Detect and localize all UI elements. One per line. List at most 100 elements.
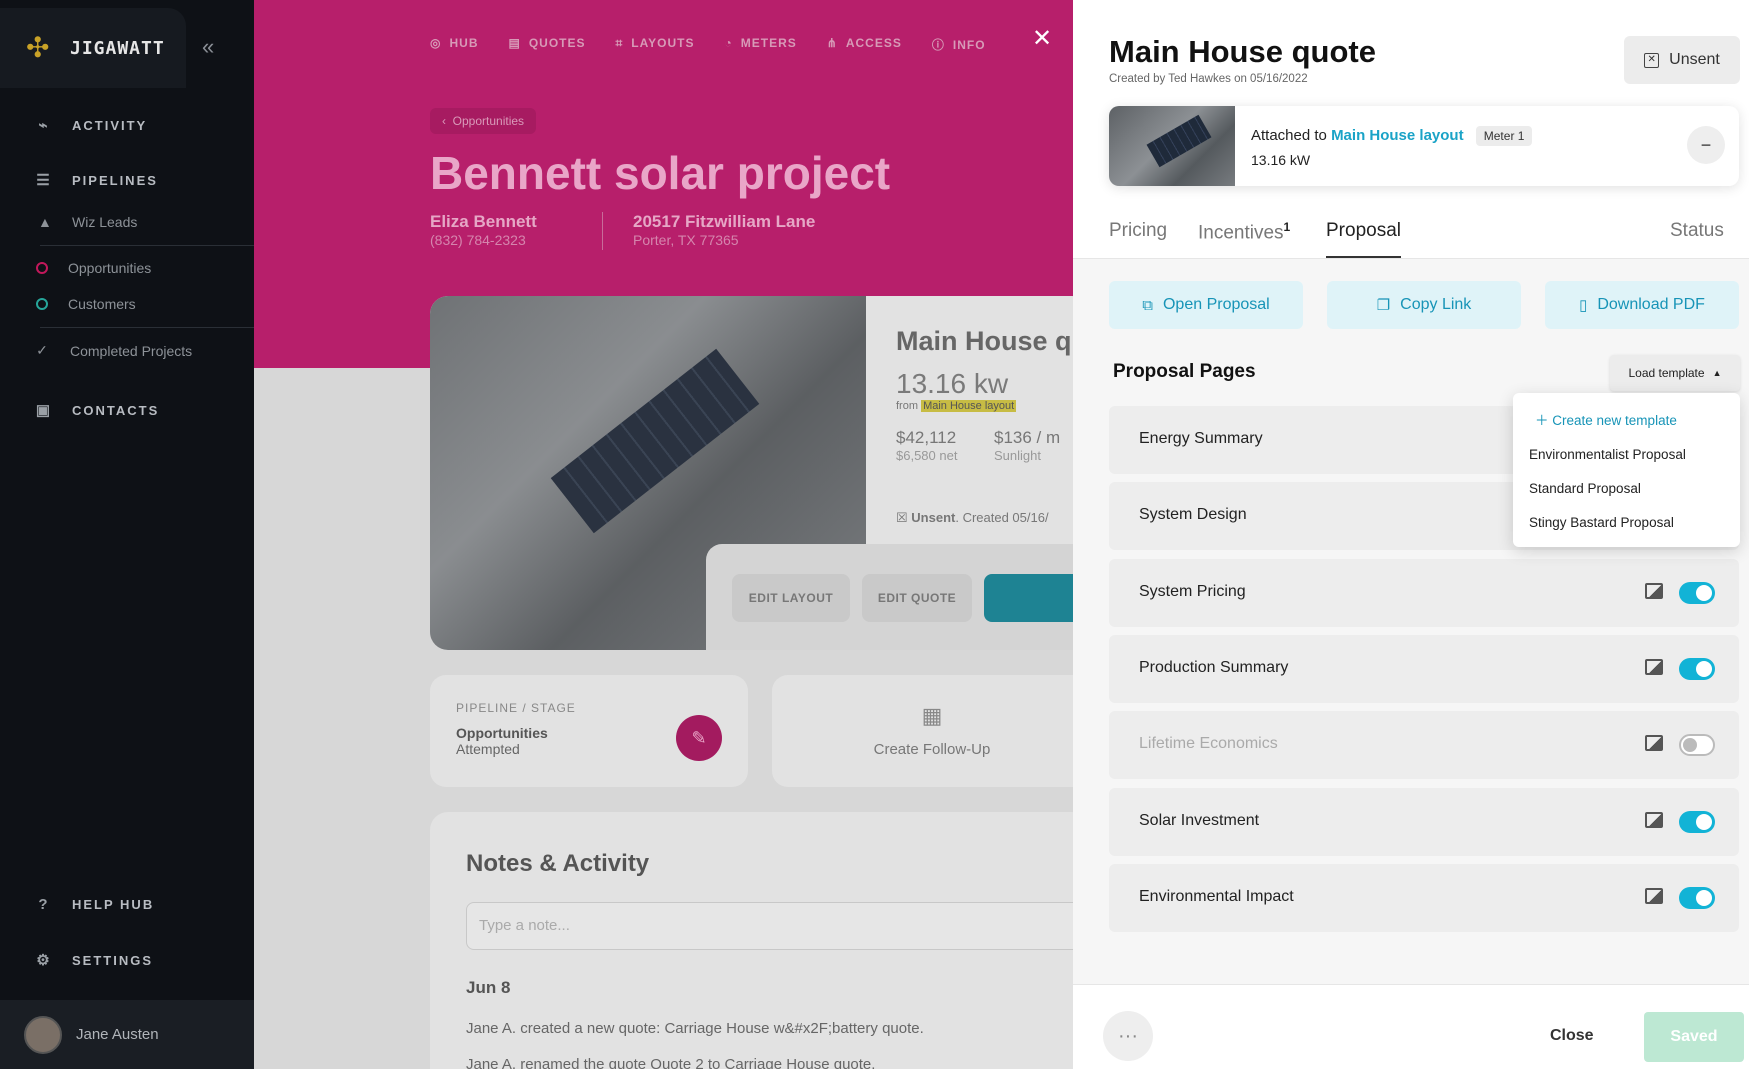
detach-button[interactable]: − — [1687, 126, 1725, 164]
info-icon: ⓘ — [931, 38, 945, 52]
more-options-button[interactable]: ··· — [1103, 1011, 1153, 1061]
proposal-page-row: Lifetime Economics — [1109, 711, 1739, 779]
sidebar-item-activity[interactable]: ⌁ ACTIVITY — [34, 116, 147, 134]
close-button[interactable]: Close — [1550, 1027, 1594, 1045]
edit-layout-button[interactable]: EDIT LAYOUT — [732, 574, 850, 622]
page-label: Environmental Impact — [1139, 888, 1294, 905]
status-bold: Unsent — [911, 510, 956, 525]
page-toggle[interactable] — [1679, 887, 1715, 909]
sidebar-item-opportunities[interactable]: Opportunities — [36, 260, 151, 276]
template-item[interactable]: Environmentalist Proposal — [1529, 447, 1686, 462]
tab-proposal[interactable]: Proposal — [1326, 220, 1401, 258]
page-label: System Design — [1139, 506, 1247, 523]
caret-up-icon: ▲ — [1712, 368, 1722, 378]
quote-card-price: $42,112 $6,580 net — [896, 428, 957, 463]
action-label: Open Proposal — [1162, 296, 1270, 313]
brand[interactable]: ✣ JIGAWATT — [0, 8, 186, 88]
tab-label: ACCESS — [845, 36, 902, 50]
jigawatt-logo-icon: ✣ — [26, 32, 50, 63]
image-icon[interactable] — [1645, 659, 1663, 675]
attached-prefix: Attached to — [1251, 127, 1327, 144]
page-toggle[interactable] — [1679, 582, 1715, 604]
tab-status[interactable]: Status — [1670, 220, 1724, 256]
attached-layout-link[interactable]: Main House layout — [1331, 127, 1464, 144]
page-toggle[interactable] — [1679, 811, 1715, 833]
user-profile[interactable]: Jane Austen — [0, 1000, 254, 1069]
close-icon[interactable]: ✕ — [1032, 24, 1052, 53]
saved-button[interactable]: Saved — [1644, 1012, 1744, 1062]
sidebar-item-help-hub[interactable]: ? HELP HUB — [34, 896, 154, 913]
copy-icon: ❐ — [1376, 297, 1391, 314]
image-icon[interactable] — [1645, 583, 1663, 599]
attached-text: Attached to Main House layout Meter 1 — [1251, 126, 1533, 146]
sidebar-item-completed-projects[interactable]: ✓ Completed Projects — [36, 342, 192, 359]
breadcrumb[interactable]: ‹ Opportunities — [430, 108, 537, 134]
template-item[interactable]: Standard Proposal — [1529, 481, 1641, 496]
download-pdf-button[interactable]: ▯ Download PDF — [1545, 281, 1739, 329]
sidebar-item-label: CONTACTS — [72, 402, 160, 418]
stage-label: PIPELINE / STAGE — [456, 701, 576, 715]
tab-meters[interactable]: ◔ METERS — [725, 36, 797, 53]
sidebar-item-settings[interactable]: ⚙ SETTINGS — [34, 951, 153, 969]
panel-footer: ··· Close Saved — [1073, 984, 1749, 1069]
attached-layout-card: Attached to Main House layout Meter 1 13… — [1109, 106, 1739, 186]
quote-panel: Main House quote Created by Ted Hawkes o… — [1073, 0, 1749, 1069]
follow-up-card[interactable]: ▦ Create Follow-Up — [772, 675, 1074, 787]
address-info: 20517 Fitzwilliam Lane Porter, TX 77365 — [602, 212, 815, 250]
panel-title: Main House quote — [1109, 34, 1376, 69]
address-line2: Porter, TX 77365 — [633, 232, 739, 248]
layout-link[interactable]: Main House layout — [921, 400, 1017, 412]
copy-link-button[interactable]: ❐ Copy Link — [1327, 281, 1521, 329]
solar-panels-image — [550, 348, 760, 534]
tab-hub[interactable]: ◎ HUB — [430, 36, 478, 53]
quote-card: Main House q 13.16 kw from Main House la… — [430, 296, 1074, 650]
quote-card-from: from Main House layout — [896, 400, 1017, 412]
primary-action-button[interactable] — [984, 574, 1074, 622]
open-proposal-button[interactable]: ⧉ Open Proposal — [1109, 281, 1303, 329]
tab-layouts[interactable]: ⌗ LAYOUTS — [616, 36, 695, 53]
unsent-button[interactable]: ✕ Unsent — [1624, 36, 1740, 84]
sidebar-item-contacts[interactable]: ▣ CONTACTS — [34, 401, 159, 419]
note-entry: Jane A. renamed the quote Quote 2 to Car… — [466, 1056, 876, 1069]
calendar-plus-icon: ▦ — [921, 703, 943, 728]
sidebar-item-label: Completed Projects — [70, 342, 193, 359]
proposal-pages-title: Proposal Pages — [1113, 361, 1256, 382]
action-label: Download PDF — [1597, 296, 1705, 313]
template-item[interactable]: Stingy Bastard Proposal — [1529, 515, 1674, 530]
note-input[interactable]: Type a note... — [466, 902, 1074, 950]
create-template-item[interactable]: ＋ Create new template — [1535, 409, 1677, 429]
quotes-icon: ▤ — [508, 36, 521, 50]
page-toggle[interactable] — [1679, 658, 1715, 680]
page-label: Lifetime Economics — [1139, 735, 1278, 752]
tab-access[interactable]: ⋔ ACCESS — [827, 36, 902, 53]
pencil-icon: ✎ — [691, 727, 707, 748]
edit-quote-button[interactable]: EDIT QUOTE — [862, 574, 972, 622]
sidebar-item-pipelines[interactable]: ☰ PIPELINES — [34, 171, 158, 189]
minus-icon: − — [1700, 134, 1712, 155]
edit-stage-button[interactable]: ✎ — [676, 715, 722, 761]
load-template-button[interactable]: Load template ▲ — [1610, 355, 1740, 391]
sidebar-item-wiz-leads[interactable]: ▲ Wiz Leads — [38, 214, 137, 230]
tab-pricing[interactable]: Pricing — [1109, 220, 1167, 256]
image-icon[interactable] — [1645, 812, 1663, 828]
double-chevron-left-icon[interactable]: « — [202, 34, 214, 60]
note-entry: Jane A. created a new quote: Carriage Ho… — [466, 1020, 924, 1037]
contact-name: Eliza Bennett — [430, 212, 537, 231]
image-icon[interactable] — [1645, 888, 1663, 904]
tab-info[interactable]: ⓘ INFO — [932, 36, 986, 53]
monthly-sub: Sunlight — [994, 448, 1041, 463]
meter-icon: ◔ — [724, 36, 733, 50]
stage-value: Opportunities Attempted — [456, 725, 548, 757]
template-dropdown: ＋ Create new template Environmentalist P… — [1513, 393, 1740, 547]
page-toggle[interactable] — [1679, 734, 1715, 756]
sidebar-item-customers[interactable]: Customers — [36, 296, 136, 312]
status-rest: . Created 05/16/ — [955, 510, 1049, 525]
breadcrumb-label: Opportunities — [452, 114, 525, 128]
tab-incentives[interactable]: Incentives1 — [1198, 220, 1290, 258]
thumbnail-panels-image — [1146, 114, 1212, 168]
tab-label: HUB — [449, 36, 479, 50]
image-icon[interactable] — [1645, 735, 1663, 751]
pulse-icon: ⌁ — [38, 117, 50, 134]
tab-quotes[interactable]: ▤ QUOTES — [508, 36, 585, 53]
unsent-label: Unsent — [1669, 51, 1720, 68]
